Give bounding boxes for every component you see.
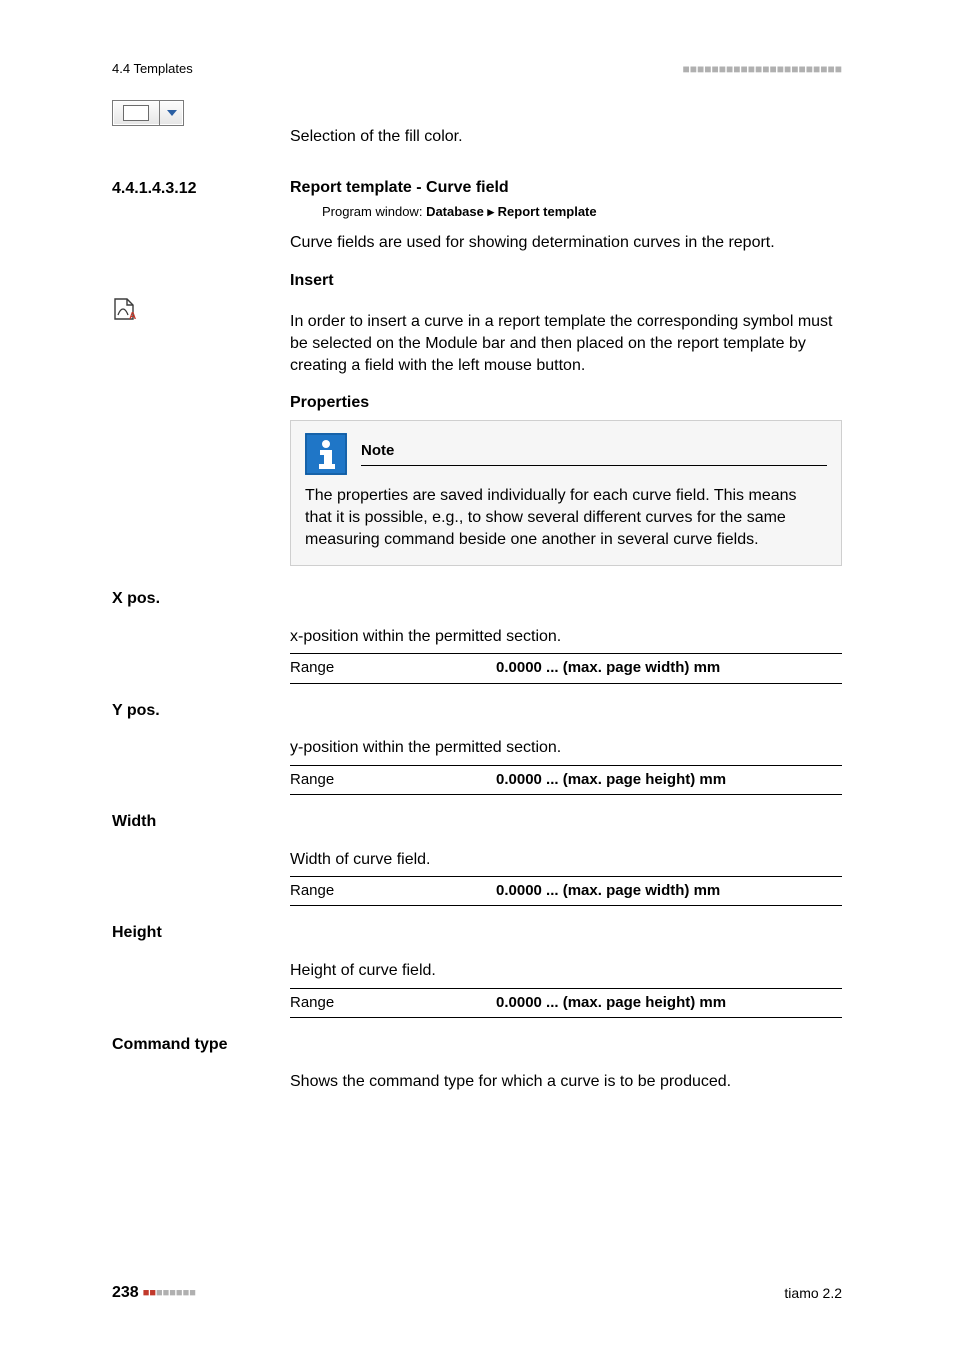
prop-width-range: Range 0.0000 ... (max. page width) mm	[290, 876, 842, 906]
prop-height-range-label: Range	[290, 993, 496, 1013]
section-title: Report template - Curve field	[290, 177, 842, 199]
properties-heading: Properties	[290, 392, 842, 414]
insert-heading: Insert	[290, 270, 842, 292]
prop-height-range: Range 0.0000 ... (max. page height) mm	[290, 988, 842, 1018]
prop-xpos-range-label: Range	[290, 658, 496, 678]
info-icon	[305, 433, 347, 475]
page-number: 238	[112, 1282, 139, 1304]
program-window-separator: ▸	[488, 204, 495, 219]
prop-ypos-desc: y-position within the permitted section.	[290, 737, 842, 759]
prop-ypos-label: Y pos.	[112, 700, 842, 722]
fill-color-swatch-button[interactable]	[113, 101, 160, 125]
prop-ypos-range: Range 0.0000 ... (max. page height) mm	[290, 765, 842, 795]
footer-product: tiamo 2.2	[784, 1284, 842, 1303]
prop-width-range-value: 0.0000 ... (max. page width) mm	[496, 881, 842, 901]
program-window-path: Program window: Database ▸ Report templa…	[322, 203, 842, 221]
page-footer: 238 ■■■■■■■■ tiamo 2.2	[112, 1282, 842, 1304]
section-intro: Curve fields are used for showing determ…	[290, 232, 842, 254]
note-box: Note The properties are saved individual…	[290, 420, 842, 566]
insert-text: In order to insert a curve in a report t…	[290, 311, 842, 376]
insert-curve-icon: A	[112, 297, 290, 328]
chevron-down-icon	[167, 110, 177, 116]
prop-xpos-label: X pos.	[112, 588, 842, 610]
prop-ypos-range-label: Range	[290, 770, 496, 790]
prop-xpos-range: Range 0.0000 ... (max. page width) mm	[290, 653, 842, 683]
fill-color-swatch	[123, 105, 149, 121]
prop-width-desc: Width of curve field.	[290, 849, 842, 871]
running-header: 4.4 Templates ■■■■■■■■■■■■■■■■■■■■■■	[112, 60, 842, 78]
prop-height-desc: Height of curve field.	[290, 960, 842, 982]
prop-commandtype-label: Command type	[112, 1034, 842, 1056]
note-rule	[361, 465, 827, 466]
prop-height-label: Height	[112, 922, 842, 944]
header-section: 4.4 Templates	[112, 60, 193, 78]
fill-color-dropdown-button[interactable]	[160, 101, 183, 125]
section-number: 4.4.1.4.3.12	[112, 177, 290, 200]
prop-ypos-range-value: 0.0000 ... (max. page height) mm	[496, 770, 842, 790]
program-window-value-2: Report template	[498, 204, 597, 219]
svg-text:A: A	[129, 311, 136, 321]
prop-width-range-label: Range	[290, 881, 496, 901]
note-text: The properties are saved individually fo…	[305, 485, 827, 551]
prop-xpos-range-value: 0.0000 ... (max. page width) mm	[496, 658, 842, 678]
prop-xpos-desc: x-position within the permitted section.	[290, 626, 842, 648]
fill-color-selector[interactable]	[112, 100, 184, 126]
note-title: Note	[361, 441, 827, 463]
fill-color-caption: Selection of the fill color.	[290, 126, 842, 148]
program-window-value-1: Database	[426, 204, 484, 219]
header-ornament: ■■■■■■■■■■■■■■■■■■■■■■	[683, 61, 842, 77]
prop-commandtype-desc: Shows the command type for which a curve…	[290, 1071, 842, 1093]
footer-ornament: ■■■■■■■■	[143, 1286, 196, 1301]
prop-height-range-value: 0.0000 ... (max. page height) mm	[496, 993, 842, 1013]
program-window-label: Program window:	[322, 204, 422, 219]
prop-width-label: Width	[112, 811, 842, 833]
